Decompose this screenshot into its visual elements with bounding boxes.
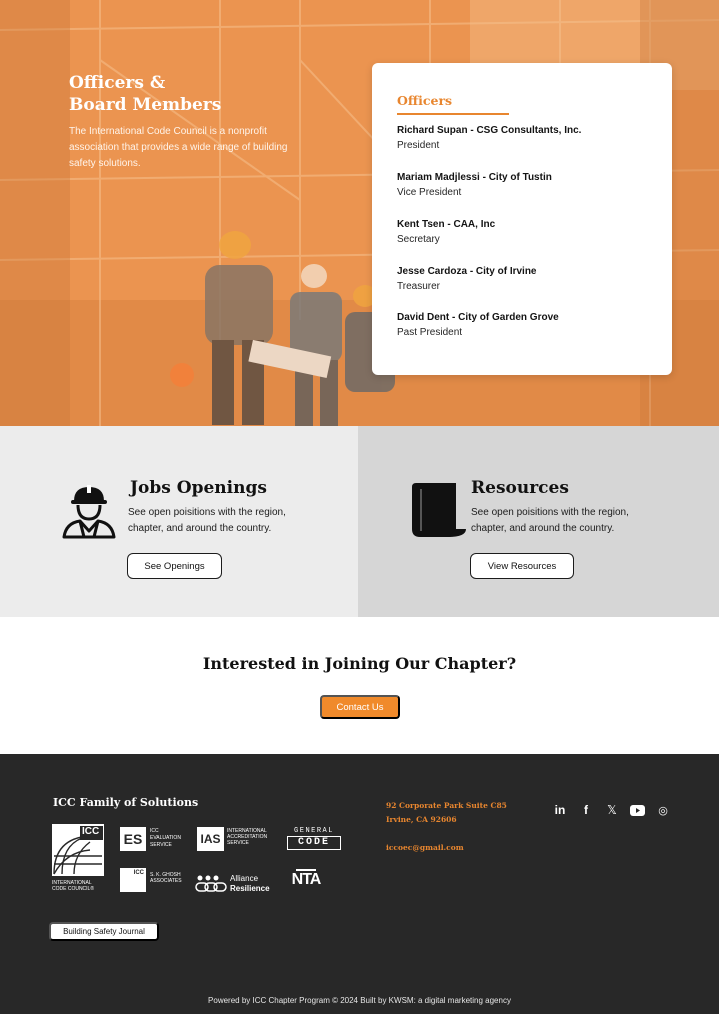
officer-name: Kent Tsen - CAA, Inc: [397, 219, 496, 230]
general-code-line2: CODE: [287, 836, 341, 850]
officer-item: Jesse Cardoza - City of Irvine Treasurer: [397, 265, 657, 295]
officer-name: Jesse Cardoza - City of Irvine: [397, 266, 537, 277]
see-openings-button[interactable]: See Openings: [127, 553, 222, 579]
icc-logo[interactable]: ICC INTERNATIONAL CODE COUNCIL®: [52, 824, 104, 896]
es-logo-text1: ICC: [150, 828, 159, 834]
hero-title: Officers & Board Members: [69, 72, 269, 116]
resources-panel: Resources See open poisitions with the r…: [358, 426, 719, 617]
officer-role: Secretary: [397, 234, 440, 245]
alliance-resilience-logo[interactable]: Alliance Resilience: [195, 872, 273, 896]
resources-title: Resources: [471, 478, 569, 498]
email-link[interactable]: iccoec@gmail.com: [386, 842, 464, 854]
es-logo-text3: SERVICE: [150, 842, 172, 848]
ias-logo-mark: IAS: [197, 827, 224, 851]
hero-description: The International Code Council is a nonp…: [69, 126, 288, 169]
general-code-line1: GENERAL: [294, 827, 334, 835]
construction-worker-icon: [62, 485, 116, 539]
footer: ICC Family of Solutions ICC INTERNATIONA…: [0, 754, 719, 1014]
youtube-play-icon: [629, 804, 645, 816]
icc-es-logo[interactable]: ES ICC EVALUATION SERVICE: [120, 827, 190, 853]
officer-role: Treasurer: [397, 281, 440, 292]
alliance-line2: Resilience: [230, 884, 270, 893]
nta-logo[interactable]: NTA: [288, 869, 324, 895]
sk-ghosh-logo[interactable]: ICC S. K. GHOSH ASSOCIATES: [120, 868, 190, 894]
officers-card: Officers Richard Supan - CSG Consultants…: [372, 63, 672, 375]
view-resources-button[interactable]: View Resources: [470, 553, 574, 579]
hero-title-line-2: Board Members: [69, 95, 222, 115]
es-logo-mark: ES: [120, 827, 146, 851]
jobs-title: Jobs Openings: [130, 478, 267, 498]
nta-roof-line: [296, 869, 316, 871]
es-logo-text2: EVALUATION: [150, 835, 181, 841]
jobs-panel: Jobs Openings See open poisitions with t…: [0, 426, 358, 617]
sk-ghosh-mark: ICC: [120, 868, 146, 892]
address-line2: Irvine, CA 92606: [386, 815, 457, 824]
officer-role: President: [397, 140, 440, 151]
icc-logo-mark: ICC: [82, 826, 100, 837]
jobs-description: See open poisitions with the region, cha…: [128, 507, 286, 534]
address-line1: 92 Corporate Park Suite C85: [386, 801, 507, 810]
footer-heading: ICC Family of Solutions: [53, 796, 199, 809]
chain-links-icon: [195, 875, 227, 892]
join-title: Interested in Joining Our Chapter?: [202, 654, 517, 673]
resources-description: See open poisitions with the region, cha…: [471, 507, 629, 534]
officer-name: Mariam Madjlessi - City of Tustin: [397, 172, 552, 183]
nta-logo-mark: NTA: [291, 871, 322, 888]
x-icon[interactable]: 𝕏: [603, 801, 621, 819]
officer-name: David Dent - City of Garden Grove: [397, 312, 559, 323]
instagram-icon[interactable]: ◎: [654, 801, 672, 819]
document-scroll-icon: [412, 483, 466, 537]
officer-role: Vice President: [397, 187, 462, 198]
officer-item: Mariam Madjlessi - City of Tustin Vice P…: [397, 171, 657, 201]
officer-item: Richard Supan - CSG Consultants, Inc. Pr…: [397, 124, 657, 154]
facebook-icon[interactable]: f: [577, 801, 595, 819]
hero-title-line-1: Officers &: [69, 73, 166, 93]
icc-logo-line2: CODE COUNCIL®: [52, 886, 95, 892]
officer-item: Kent Tsen - CAA, Inc Secretary: [397, 218, 657, 248]
youtube-icon[interactable]: [628, 801, 646, 819]
ias-logo-text3: SERVICE: [227, 840, 249, 846]
linkedin-icon[interactable]: in: [551, 801, 569, 819]
officer-item: David Dent - City of Garden Grove Past P…: [397, 311, 657, 341]
ias-logo[interactable]: IAS INTERNATIONAL ACCREDITATION SERVICE: [197, 827, 272, 853]
general-code-logo[interactable]: GENERAL CODE: [287, 827, 341, 853]
join-section: Interested in Joining Our Chapter? Conta…: [0, 617, 719, 754]
footer-credit: Powered by ICC Chapter Program © 2024 Bu…: [208, 996, 511, 1005]
contact-us-button[interactable]: Contact Us: [320, 695, 400, 719]
officer-name: Richard Supan - CSG Consultants, Inc.: [397, 125, 582, 136]
building-safety-journal-button[interactable]: Building Safety Journal: [49, 922, 159, 941]
officers-heading: Officers: [397, 93, 453, 108]
officers-heading-underline: [397, 113, 509, 115]
officer-role: Past President: [397, 327, 463, 338]
sk-ghosh-text2: ASSOCIATES: [150, 878, 182, 884]
hero-section: Officers & Board Members The Internation…: [0, 0, 719, 426]
alliance-line1: Alliance: [230, 874, 259, 883]
